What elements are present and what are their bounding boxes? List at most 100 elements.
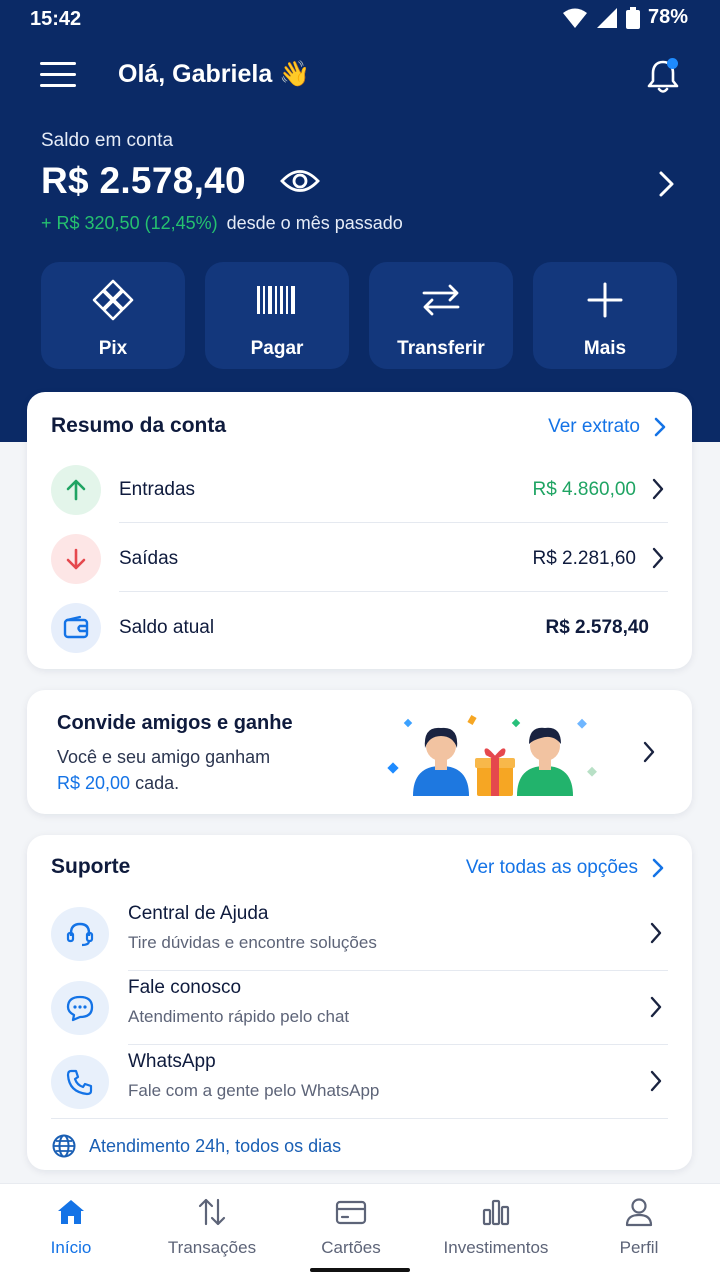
balance-value: R$ 2.578,40 <box>41 160 246 201</box>
pix-label: Pix <box>98 338 128 359</box>
support-item-whatsapp[interactable]: WhatsApp Fale com a gente pelo WhatsApp <box>27 1045 692 1119</box>
view-all-options-label: Ver todas as opções <box>465 857 638 878</box>
nav-label: Perfil <box>619 1238 659 1257</box>
summary-row-saidas[interactable]: Saídas R$ 2.281,60 <box>27 524 692 592</box>
divider <box>119 591 668 592</box>
nav-investments[interactable]: Investimentos <box>440 1196 552 1258</box>
greeting: Olá, Gabriela 👋 <box>118 60 311 88</box>
summary-row-entradas[interactable]: Entradas R$ 4.860,00 <box>27 455 692 523</box>
invite-line1: Você e seu amigo ganham <box>57 747 271 767</box>
chevron-right-icon <box>659 171 674 197</box>
support-item-subtitle: Atendimento rápido pelo chat <box>128 1007 350 1026</box>
menu-icon <box>40 62 76 65</box>
arrow-up-icon <box>51 465 101 515</box>
quick-actions: Pix Pagar Transferir Mais <box>41 262 677 369</box>
summary-title: Resumo da conta <box>51 414 227 437</box>
notification-dot <box>667 58 678 69</box>
card-icon <box>335 1200 367 1225</box>
balance-delta-suffix: desde o mês passado <box>226 213 403 233</box>
chevron-right-icon <box>654 417 666 437</box>
divider <box>51 1118 668 1119</box>
more-button[interactable]: Mais <box>533 262 677 369</box>
pay-label: Pagar <box>250 338 304 359</box>
nav-transactions[interactable]: Transações <box>166 1196 258 1258</box>
pay-button[interactable]: Pagar <box>205 262 349 369</box>
balance-details-button[interactable] <box>654 170 678 198</box>
phone-icon <box>51 1055 109 1109</box>
summary-row-saldo-atual: Saldo atual R$ 2.578,40 <box>27 593 692 661</box>
nav-label: Investimentos <box>443 1238 549 1257</box>
summary-row-label: Saídas <box>119 548 179 569</box>
battery-percent: 78% <box>647 6 688 28</box>
globe-icon <box>52 1134 76 1158</box>
top-bar: Olá, Gabriela 👋 <box>0 52 720 102</box>
battery-icon <box>625 6 640 29</box>
support-item-subtitle: Fale com a gente pelo WhatsApp <box>128 1081 380 1100</box>
chevron-right-icon <box>652 478 664 500</box>
support-title: Suporte <box>51 855 131 878</box>
status-bar: 15:42 78% <box>0 0 720 40</box>
balance-delta: + R$ 320,50 (12,45%) desde o mês passado <box>41 213 403 234</box>
transfer-button[interactable]: Transferir <box>369 262 513 369</box>
pix-button[interactable]: Pix <box>41 262 185 369</box>
chevron-right-icon <box>650 922 662 944</box>
balance-delta-value: + R$ 320,50 (12,45%) <box>41 213 218 233</box>
wallet-icon <box>51 603 101 653</box>
view-statement-link[interactable]: Ver extrato <box>548 416 666 438</box>
account-summary-card: Resumo da conta Ver extrato Entradas R$ … <box>27 392 692 669</box>
nav-profile[interactable]: Perfil <box>617 1196 661 1258</box>
invite-line2: R$ 20,00 cada. <box>57 773 179 794</box>
invite-line2-suffix: cada. <box>130 773 180 793</box>
support-item-title: Fale conosco <box>128 977 242 998</box>
chevron-right-icon <box>650 1070 662 1092</box>
support-item-title: WhatsApp <box>128 1051 216 1072</box>
support-item-contact-us[interactable]: Fale conosco Atendimento rápido pelo cha… <box>27 971 692 1045</box>
more-label: Mais <box>583 338 627 359</box>
chevron-right-icon <box>650 996 662 1018</box>
view-statement-label: Ver extrato <box>548 416 640 437</box>
support-item-help-center[interactable]: Central de Ajuda Tire dúvidas e encontre… <box>27 897 692 971</box>
chevron-right-icon <box>652 858 664 878</box>
status-time: 15:42 <box>30 8 82 30</box>
arrow-down-icon <box>51 534 101 584</box>
chevron-right-icon <box>652 547 664 569</box>
nav-home[interactable]: Início <box>50 1196 92 1258</box>
summary-row-value: R$ 2.578,40 <box>545 617 649 638</box>
home-icon <box>58 1200 84 1224</box>
nav-label: Transações <box>167 1238 257 1257</box>
support-item-title: Central de Ajuda <box>128 903 269 924</box>
divider <box>119 522 668 523</box>
transfer-label: Transferir <box>397 338 485 359</box>
pix-icon <box>92 279 134 321</box>
home-indicator <box>310 1268 410 1272</box>
view-all-options-link[interactable]: Ver todas as opções <box>466 857 664 879</box>
status-icons: 78% <box>562 6 688 29</box>
plus-icon <box>587 282 623 318</box>
summary-row-value: R$ 2.281,60 <box>532 548 636 569</box>
nav-cards[interactable]: Cartões <box>319 1196 383 1258</box>
transfer-icon <box>422 284 460 316</box>
bottom-navigation: Início Transações Cartões Investimentos … <box>0 1183 720 1280</box>
transactions-icon <box>198 1198 226 1226</box>
notifications-button[interactable] <box>646 58 680 94</box>
menu-button[interactable] <box>40 62 76 90</box>
support-item-subtitle: Tire dúvidas e encontre soluções <box>128 933 377 952</box>
barcode-icon <box>257 286 295 314</box>
profile-icon <box>625 1198 653 1227</box>
nav-label: Cartões <box>321 1238 381 1257</box>
invite-amount: R$ 20,00 <box>57 773 131 793</box>
signal-icon <box>596 7 617 28</box>
support-card: Suporte Ver todas as opções Central de A… <box>27 835 692 1170</box>
headset-icon <box>51 907 109 961</box>
balance-label: Saldo em conta <box>41 130 174 151</box>
toggle-balance-button[interactable] <box>280 166 320 196</box>
eye-icon <box>280 170 320 192</box>
support-availability: Atendimento 24h, todos os dias <box>51 1133 341 1159</box>
chart-icon <box>482 1199 510 1226</box>
summary-row-label: Entradas <box>119 479 196 500</box>
wifi-icon <box>562 8 587 28</box>
chat-icon <box>51 981 109 1035</box>
invite-friends-card[interactable]: Convide amigos e ganhe Você e seu amigo … <box>27 690 692 814</box>
summary-row-label: Saldo atual <box>119 617 215 638</box>
chevron-right-icon <box>643 741 655 763</box>
